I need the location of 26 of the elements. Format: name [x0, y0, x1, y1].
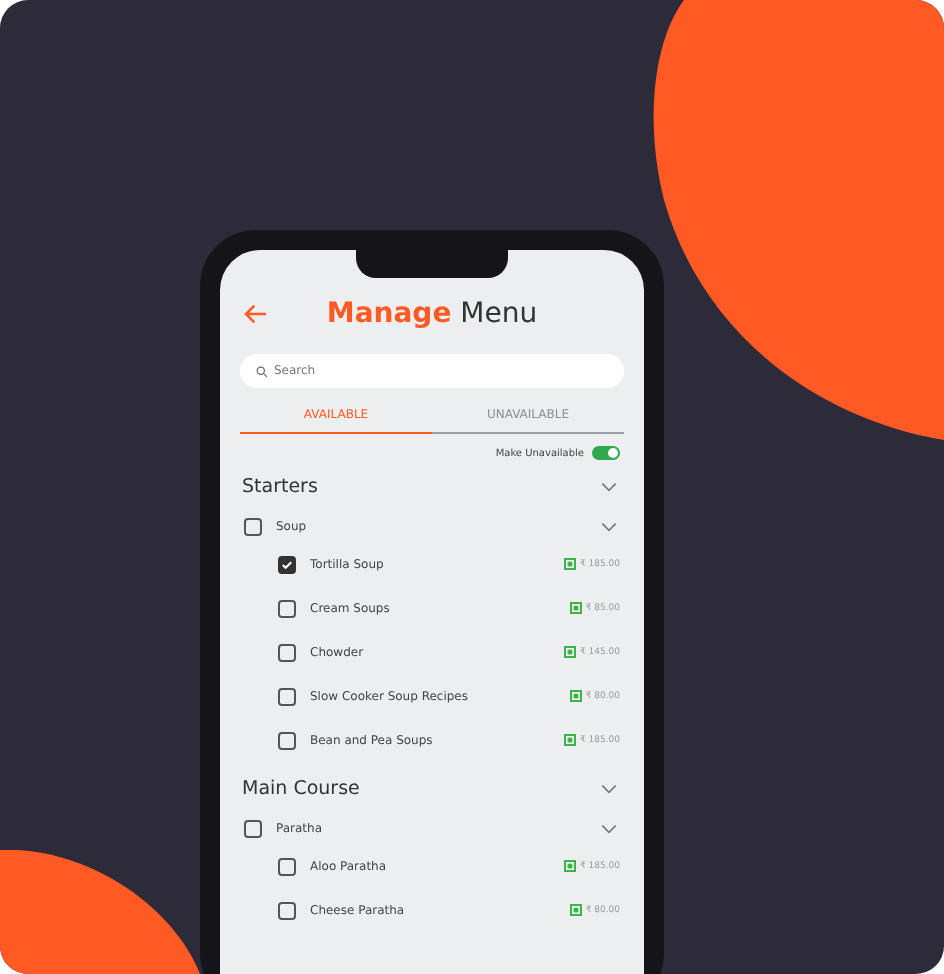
checkbox[interactable] — [278, 643, 296, 661]
chevron-down-icon[interactable] — [600, 823, 618, 833]
checkbox[interactable] — [278, 901, 296, 919]
page-title: Manage Menu — [324, 298, 540, 330]
veg-icon — [569, 602, 582, 614]
search-icon — [256, 365, 268, 377]
checkbox[interactable] — [244, 517, 262, 535]
checkbox[interactable] — [244, 819, 262, 837]
toggle-switch[interactable] — [592, 446, 620, 460]
chevron-down-icon[interactable] — [600, 521, 618, 531]
veg-icon — [563, 646, 576, 658]
veg-icon — [563, 860, 576, 872]
section-title: Main Course — [242, 777, 360, 799]
chevron-down-icon[interactable] — [600, 783, 618, 793]
veg-icon — [563, 734, 576, 746]
veg-icon — [563, 558, 576, 570]
checkbox[interactable] — [278, 599, 296, 617]
veg-icon — [569, 690, 582, 702]
checkbox[interactable] — [278, 555, 296, 573]
checkbox[interactable] — [278, 857, 296, 875]
back-arrow-icon[interactable] — [244, 304, 268, 324]
chevron-down-icon[interactable] — [600, 481, 618, 491]
section-title: Starters — [242, 475, 318, 497]
checkbox[interactable] — [278, 731, 296, 749]
checkbox[interactable] — [278, 687, 296, 705]
veg-icon — [569, 904, 582, 916]
